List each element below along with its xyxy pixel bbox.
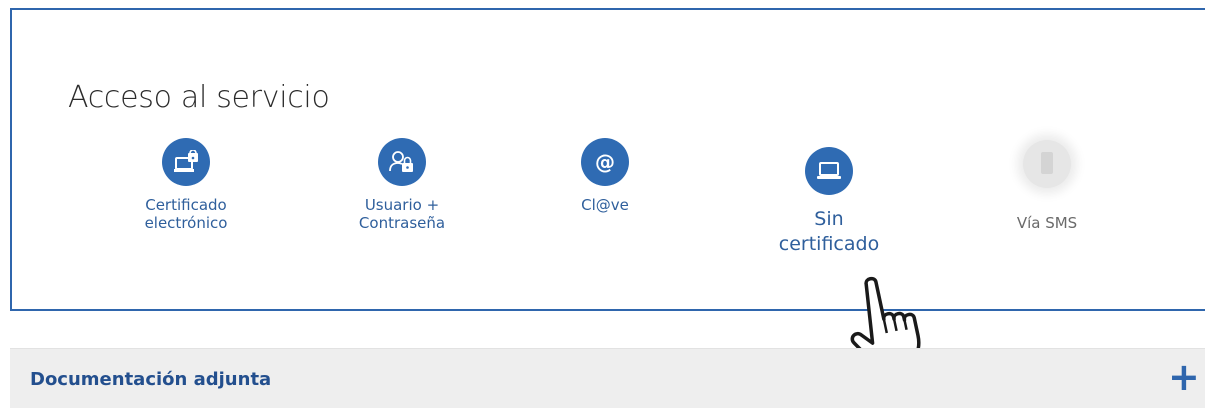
plus-icon[interactable]: + bbox=[1168, 358, 1200, 396]
at-sign-icon: @ bbox=[581, 138, 629, 186]
at-symbol: @ bbox=[595, 150, 615, 174]
option-sin-certificado[interactable]: Sin certificado bbox=[760, 147, 898, 257]
phone-icon bbox=[1023, 140, 1071, 188]
option-label: Sin certificado bbox=[778, 208, 880, 255]
option-label: Vía SMS bbox=[1016, 214, 1078, 232]
documentation-title: Documentación adjunta bbox=[30, 369, 272, 390]
option-label: Usuario + Contraseña bbox=[358, 196, 446, 232]
laptop-icon bbox=[805, 147, 853, 195]
option-clave[interactable]: @ Cl@ve bbox=[567, 138, 643, 214]
laptop-lock-icon bbox=[162, 138, 210, 186]
panel-title: Acceso al servicio bbox=[68, 80, 330, 115]
option-certificado-electronico[interactable]: Certificado electrónico bbox=[127, 138, 245, 232]
documentation-accordion[interactable]: Documentación adjunta + bbox=[10, 348, 1205, 408]
access-panel: Acceso al servicio Certificado electróni… bbox=[10, 8, 1205, 311]
option-via-sms[interactable]: Vía SMS bbox=[997, 140, 1097, 232]
user-lock-icon bbox=[378, 138, 426, 186]
option-usuario-contrasena[interactable]: Usuario + Contraseña bbox=[332, 138, 472, 232]
option-label: Certificado electrónico bbox=[144, 196, 228, 232]
option-label: Cl@ve bbox=[581, 196, 629, 214]
